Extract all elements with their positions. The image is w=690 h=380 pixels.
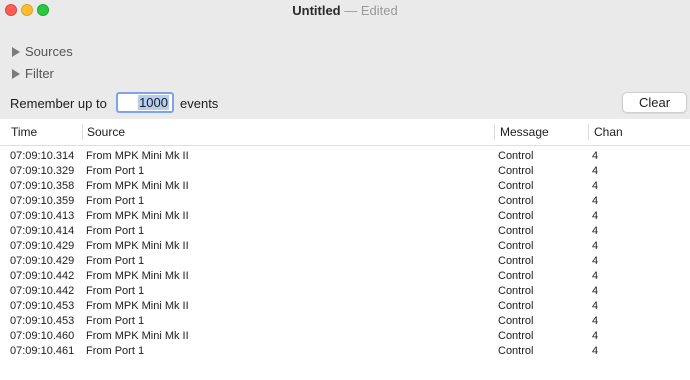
title-bar: Untitled — Edited — [0, 0, 690, 22]
cell-message: Control — [498, 345, 534, 357]
event-limit-value: 1000 — [138, 95, 169, 110]
table-row[interactable]: 07:09:10.414 From Port 1 Control 4 — [0, 221, 690, 237]
events-label: events — [180, 96, 219, 111]
controls-panel: Sources Filter Remember up to 1000 event… — [0, 22, 690, 119]
cell-chan: 4 — [592, 345, 599, 357]
column-header-chan[interactable]: Chan — [594, 125, 623, 139]
column-divider[interactable] — [588, 124, 589, 140]
cell-source: From Port 1 — [86, 345, 145, 357]
table-row[interactable]: 07:09:10.461 From Port 1 Control 4 — [0, 341, 690, 357]
document-name: Untitled — [292, 3, 341, 18]
table-row[interactable]: 07:09:10.442 From Port 1 Control 4 — [0, 281, 690, 297]
table-row[interactable]: 07:09:10.413 From MPK Mini Mk II Control 4 — [0, 206, 690, 222]
sources-disclosure[interactable]: Sources — [12, 44, 73, 59]
remember-label: Remember up to — [10, 96, 107, 111]
table-row[interactable]: 07:09:10.314 From MPK Mini Mk II Control 4 — [0, 146, 690, 162]
table-row[interactable]: 07:09:10.453 From MPK Mini Mk II Control 4 — [0, 296, 690, 312]
column-header-time[interactable]: Time — [11, 125, 37, 139]
cell-time: 07:09:10.461 — [10, 345, 75, 357]
column-header-message[interactable]: Message — [500, 125, 549, 139]
column-divider[interactable] — [82, 124, 83, 140]
sources-label: Sources — [25, 44, 73, 59]
filter-disclosure[interactable]: Filter — [12, 66, 54, 81]
event-limit-field[interactable]: 1000 — [116, 92, 174, 113]
midi-monitor-window: Untitled — Edited Sources Filter Remembe… — [0, 0, 690, 380]
column-divider[interactable] — [494, 124, 495, 140]
disclosure-triangle-icon — [12, 68, 20, 79]
disclosure-triangle-icon — [12, 46, 20, 57]
table-row[interactable]: 07:09:10.329 From Port 1 Control 4 — [0, 161, 690, 177]
window-title: Untitled — Edited — [0, 3, 690, 18]
event-list: 07:09:10.314 From MPK Mini Mk II Control 4 0… — [0, 146, 690, 357]
table-row[interactable]: 07:09:10.453 From Port 1 Control 4 — [0, 311, 690, 327]
column-header-source[interactable]: Source — [87, 125, 125, 139]
table-row[interactable]: 07:09:10.358 From MPK Mini Mk II Control 4 — [0, 176, 690, 192]
table-row[interactable]: 07:09:10.442 From MPK Mini Mk II Control 4 — [0, 266, 690, 282]
title-separator: — — [344, 3, 358, 18]
table-row[interactable]: 07:09:10.359 From Port 1 Control 4 — [0, 191, 690, 207]
table-row[interactable]: 07:09:10.429 From Port 1 Control 4 — [0, 251, 690, 267]
table-header: Time Source Message Chan — [0, 119, 690, 146]
table-row[interactable]: 07:09:10.460 From MPK Mini Mk II Control 4 — [0, 326, 690, 342]
filter-label: Filter — [25, 66, 54, 81]
table-row[interactable]: 07:09:10.429 From MPK Mini Mk II Control 4 — [0, 236, 690, 252]
edited-status: Edited — [360, 3, 398, 18]
clear-button[interactable]: Clear — [622, 92, 687, 113]
